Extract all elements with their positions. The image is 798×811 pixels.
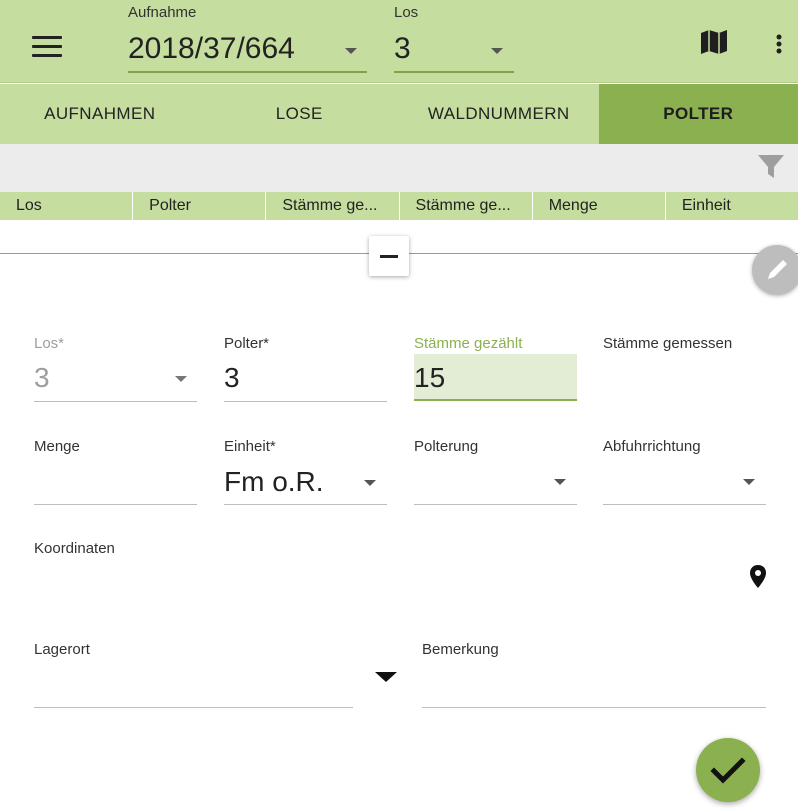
column-header-los[interactable]: Los (0, 192, 134, 220)
los-field-label: Los* (34, 335, 65, 352)
staemme-gezaehlt-value: 15 (414, 362, 446, 393)
app-bar: Aufnahme 2018/37/664 Los 3 (0, 0, 798, 83)
bemerkung-label: Bemerkung (422, 641, 499, 658)
polterung-underline (414, 504, 577, 505)
tab-aufnahmen[interactable]: AUFNAHMEN (0, 84, 200, 144)
einheit-field[interactable]: Einheit* Fm o.R. (224, 438, 387, 506)
menge-label: Menge (34, 438, 80, 455)
column-header-einheit[interactable]: Einheit (666, 192, 798, 220)
confirm-button[interactable] (696, 738, 760, 802)
los-select-value: 3 (394, 32, 411, 65)
los-field-dropdown-icon (175, 376, 187, 382)
filter-icon[interactable] (757, 154, 785, 180)
bemerkung-underline (422, 707, 766, 708)
menu-icon[interactable] (30, 34, 66, 60)
bemerkung-field[interactable]: Bemerkung (422, 641, 766, 709)
abfuhrrichtung-underline (603, 504, 766, 505)
los-dropdown-icon (491, 48, 503, 54)
los-field[interactable]: Los* 3 (34, 335, 197, 403)
tab-waldnummern[interactable]: WALDNUMMERN (399, 84, 599, 144)
pencil-icon (768, 260, 787, 279)
aufnahme-underline (128, 71, 367, 73)
tab-bar: AUFNAHMEN LOSE WALDNUMMERN POLTER (0, 84, 798, 144)
aufnahme-select[interactable]: Aufnahme 2018/37/664 (128, 4, 367, 74)
tab-polter[interactable]: POLTER (598, 84, 798, 144)
los-underline (394, 71, 514, 73)
einheit-value: Fm o.R. (224, 466, 324, 497)
collapse-button[interactable] (369, 236, 409, 276)
column-header-polter[interactable]: Polter (133, 192, 267, 220)
koordinaten-field[interactable]: Koordinaten (34, 540, 774, 600)
abfuhrrichtung-dropdown-icon (743, 479, 755, 485)
aufnahme-label: Aufnahme (128, 4, 197, 21)
more-vert-icon[interactable] (772, 32, 786, 58)
column-header-staemme-gemessen[interactable]: Stämme ge... (400, 192, 533, 220)
aufnahme-dropdown-icon (345, 48, 357, 54)
staemme-gemessen-field[interactable]: Stämme gemessen (603, 335, 766, 403)
los-select[interactable]: Los 3 (394, 4, 514, 74)
einheit-dropdown-icon (364, 480, 376, 486)
abfuhrrichtung-field[interactable]: Abfuhrrichtung (603, 438, 766, 506)
minus-icon (380, 255, 398, 258)
los-select-label: Los (394, 4, 419, 21)
column-header-staemme-gezaehlt[interactable]: Stämme ge... (266, 192, 400, 220)
los-field-value: 3 (34, 362, 50, 393)
staemme-gezaehlt-field[interactable]: Stämme gezählt 15 (414, 335, 577, 403)
polter-field-underline (224, 401, 387, 402)
lagerort-field[interactable]: Lagerort (34, 641, 399, 709)
tab-lose[interactable]: LOSE (200, 84, 400, 144)
polter-field-value: 3 (224, 362, 240, 393)
column-header-menge[interactable]: Menge (533, 192, 666, 220)
staemme-gezaehlt-underline (414, 399, 577, 401)
polterung-dropdown-icon (554, 479, 566, 485)
table-header: Los Polter Stämme ge... Stämme ge... Men… (0, 192, 798, 220)
polter-field-label: Polter* (224, 335, 270, 352)
lagerort-underline (34, 707, 353, 708)
lagerort-dropdown-icon[interactable] (375, 672, 397, 682)
map-icon[interactable] (700, 30, 730, 56)
location-pin-icon[interactable] (749, 565, 767, 589)
menge-underline (34, 504, 197, 505)
menge-field[interactable]: Menge (34, 438, 197, 506)
polterung-label: Polterung (414, 438, 479, 455)
los-field-underline (34, 401, 197, 402)
koordinaten-label: Koordinaten (34, 540, 115, 557)
staemme-gezaehlt-label: Stämme gezählt (414, 335, 523, 352)
staemme-gemessen-label: Stämme gemessen (603, 335, 733, 352)
edit-button[interactable] (752, 245, 798, 295)
polter-field[interactable]: Polter* 3 (224, 335, 387, 403)
filter-bar (0, 144, 798, 192)
polterung-field[interactable]: Polterung (414, 438, 577, 506)
einheit-label: Einheit* (224, 438, 276, 455)
lagerort-label: Lagerort (34, 641, 90, 658)
app-root: Aufnahme 2018/37/664 Los 3 AUFNAHMEN LOS… (0, 0, 798, 811)
check-icon (710, 757, 746, 784)
abfuhrrichtung-label: Abfuhrrichtung (603, 438, 701, 455)
einheit-underline (224, 504, 387, 505)
aufnahme-value: 2018/37/664 (128, 32, 295, 65)
